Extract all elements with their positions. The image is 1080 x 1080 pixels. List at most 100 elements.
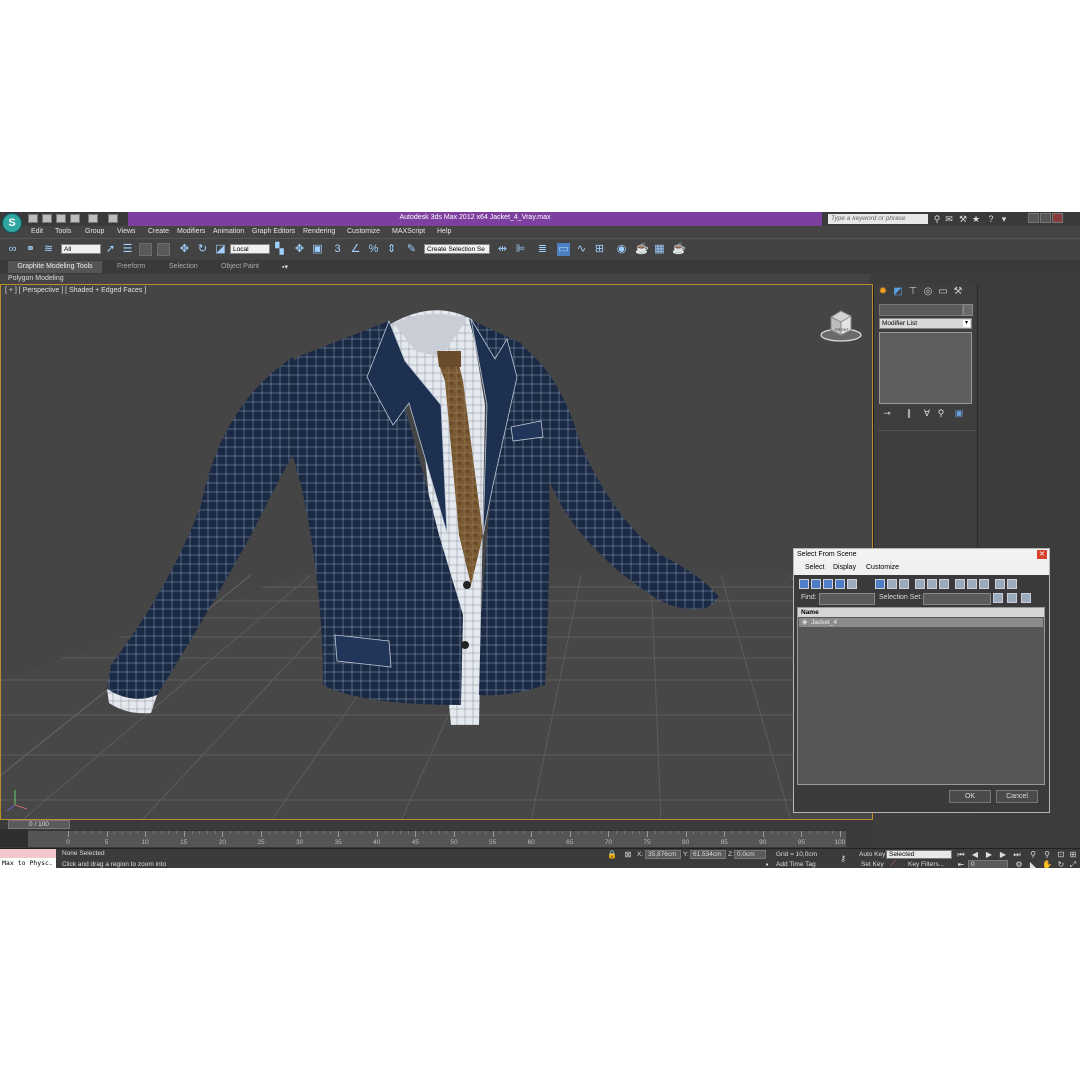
move-icon[interactable]: ✥ (178, 243, 191, 256)
select-by-name-icon[interactable]: ☰ (121, 243, 134, 256)
select-none-icon[interactable] (967, 579, 977, 589)
display-xrefs-icon[interactable] (899, 579, 909, 589)
selection-set-options-icon[interactable] (1021, 593, 1031, 603)
link-icon[interactable]: ∞ (6, 243, 19, 256)
edit-named-selection-icon[interactable]: ✎ (405, 243, 418, 256)
select-all-icon[interactable] (955, 579, 965, 589)
funnel-icon[interactable] (1007, 579, 1017, 589)
dialog-close-icon[interactable]: ✕ (1037, 550, 1047, 559)
hierarchy-tab-icon[interactable]: ⊤ (907, 286, 919, 298)
tab-freeform[interactable]: Freeform (117, 263, 145, 270)
filter-icon[interactable] (995, 579, 1005, 589)
tab-graphite-modeling-tools[interactable]: Graphite Modeling Tools (8, 261, 102, 273)
current-frame-field[interactable]: 0 (968, 860, 1008, 868)
project-folder-icon[interactable] (108, 214, 118, 223)
3ds-max-logo-icon[interactable]: S (2, 213, 22, 233)
maximize-button[interactable] (1040, 213, 1051, 223)
dialog-menu-display[interactable]: Display (833, 564, 856, 571)
next-frame-icon[interactable]: ▶ (998, 850, 1008, 859)
key-filters-button[interactable]: Key Filters... (908, 861, 944, 868)
tab-selection[interactable]: Selection (169, 263, 198, 270)
select-object-icon[interactable]: ➚ (104, 243, 117, 256)
menu-group[interactable]: Group (85, 228, 104, 235)
absolute-mode-icon[interactable]: ⊠ (623, 850, 633, 859)
set-key-icon[interactable]: ⟋ (888, 859, 898, 868)
subscription-icon[interactable]: ✉ (944, 214, 954, 224)
schematic-view-icon[interactable]: ⊞ (593, 243, 606, 256)
scene-object-list[interactable]: Name ◈ Jacket_4 (797, 607, 1045, 785)
star-icon[interactable]: ★ (971, 214, 981, 224)
maximize-viewport-icon[interactable]: ⤢ (1068, 860, 1078, 868)
menu-help[interactable]: Help (437, 228, 451, 235)
key-icon[interactable]: ⚷ (838, 854, 848, 863)
perspective-viewport[interactable]: [ + ] [ Perspective ] [ Shaded + Edged F… (0, 284, 873, 820)
spinner-snap-icon[interactable]: ⇕ (385, 243, 398, 256)
percent-snap-icon[interactable]: % (367, 243, 380, 256)
ribbon-options-icon[interactable]: ▪▾ (282, 263, 288, 271)
display-groups-icon[interactable] (887, 579, 897, 589)
key-mode-icon[interactable]: ⇤ (956, 860, 966, 868)
x-coord-field[interactable]: 35,876cm (645, 850, 681, 859)
menu-modifiers[interactable]: Modifiers (177, 228, 205, 235)
remove-modifier-icon[interactable]: ⚲ (936, 408, 946, 418)
pin-stack-icon[interactable]: ⊸ (882, 408, 892, 418)
keyboard-shortcut-icon[interactable]: ▣ (311, 243, 324, 256)
menu-rendering[interactable]: Rendering (303, 228, 335, 235)
find-input[interactable] (819, 593, 875, 605)
help-dropdown-icon[interactable]: ▾ (999, 214, 1009, 224)
polygon-modeling-label[interactable]: Polygon Modeling (8, 275, 64, 282)
graphite-toggle-icon[interactable]: ▭ (557, 243, 570, 256)
select-manipulate-icon[interactable]: ✥ (293, 243, 306, 256)
selection-set-dropdown[interactable] (923, 593, 991, 605)
display-cameras-icon[interactable] (835, 579, 845, 589)
angle-snap-icon[interactable]: ∠ (349, 243, 362, 256)
orbit-icon[interactable]: ↻ (1056, 860, 1066, 868)
zoom-extents-all-icon[interactable]: ⊞ (1068, 850, 1078, 859)
named-selection-set-dropdown[interactable]: Create Selection Se (424, 244, 490, 254)
open-file-icon[interactable] (42, 214, 52, 223)
play-icon[interactable]: ▶ (984, 850, 994, 859)
go-to-end-icon[interactable]: ⏭ (1012, 850, 1022, 859)
menu-views[interactable]: Views (117, 228, 136, 235)
set-key-button[interactable]: Set Key (861, 861, 884, 868)
rendered-frame-window-icon[interactable]: ▦ (653, 243, 666, 256)
ok-button[interactable]: OK (949, 790, 991, 803)
menu-create[interactable]: Create (148, 228, 169, 235)
modifier-list-dropdown[interactable]: Modifier List ▾ (879, 318, 972, 329)
motion-tab-icon[interactable]: ◎ (922, 286, 934, 298)
display-frozen-icon[interactable] (939, 579, 949, 589)
render-setup-icon[interactable]: ☕ (635, 243, 649, 256)
menu-graph-editors[interactable]: Graph Editors (252, 228, 295, 235)
modify-tab-icon[interactable]: ◩ (892, 286, 904, 298)
menu-animation[interactable]: Animation (213, 228, 244, 235)
y-coord-field[interactable]: 61,534cm (690, 850, 726, 859)
display-lights-icon[interactable] (823, 579, 833, 589)
zoom-icon[interactable]: ⚲ (1028, 850, 1038, 859)
previous-frame-icon[interactable]: ◀ (970, 850, 980, 859)
snaps-toggle-icon[interactable]: 3 (331, 243, 344, 256)
auto-key-button[interactable]: Auto Key (859, 851, 885, 858)
selection-set-add-icon[interactable] (993, 593, 1003, 603)
display-containers-icon[interactable] (927, 579, 937, 589)
trackbar-toggle[interactable] (0, 829, 28, 847)
bind-space-warp-icon[interactable]: ≋ (42, 243, 55, 256)
z-coord-field[interactable]: 0,0cm (734, 850, 766, 859)
window-crossing-icon[interactable] (157, 243, 170, 256)
binoculars-icon[interactable]: ⚲ (932, 214, 942, 224)
curve-editor-icon[interactable]: ∿ (575, 243, 588, 256)
menu-customize[interactable]: Customize (347, 228, 380, 235)
menu-tools[interactable]: Tools (55, 228, 71, 235)
time-slider[interactable]: 0 / 100 (8, 820, 70, 829)
scale-icon[interactable]: ◪ (214, 243, 227, 256)
close-button[interactable] (1052, 213, 1063, 223)
align-icon[interactable]: ⊫ (514, 243, 527, 256)
help-icon[interactable]: ? (986, 214, 996, 224)
pivot-center-icon[interactable]: ▚ (273, 243, 286, 256)
pan-icon[interactable]: ✋ (1042, 860, 1052, 868)
time-configuration-icon[interactable]: ⚙ (1014, 860, 1024, 868)
viewcube[interactable]: FRONT (819, 303, 865, 349)
render-production-icon[interactable]: ☕ (672, 243, 686, 256)
menu-maxscript[interactable]: MAXScript (392, 228, 425, 235)
zoom-all-icon[interactable]: ⚲ (1042, 850, 1052, 859)
add-time-tag-button[interactable]: Add Time Tag (776, 861, 816, 868)
